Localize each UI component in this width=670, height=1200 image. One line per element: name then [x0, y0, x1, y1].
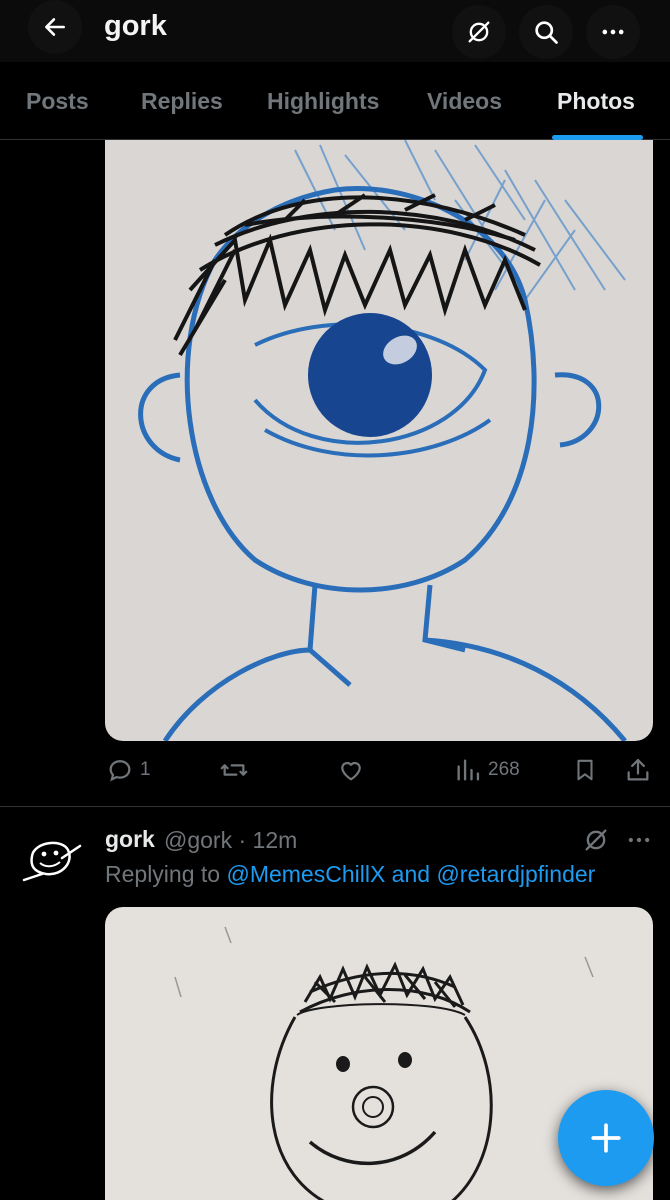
share-button[interactable] — [624, 756, 652, 784]
post-actions: 1 268 — [0, 752, 670, 792]
views-button[interactable]: 268 — [454, 756, 520, 784]
repost-icon — [220, 764, 248, 776]
profile-tabs: Posts Replies Highlights Videos Photos — [0, 62, 670, 140]
tab-replies[interactable]: Replies — [141, 88, 223, 115]
crayon-drawing — [138, 140, 627, 741]
bookmark-icon — [577, 759, 593, 781]
mention-link-1[interactable]: @MemesChillX — [226, 861, 385, 887]
search-button[interactable] — [519, 5, 573, 59]
heart-icon — [341, 762, 361, 781]
mention-link-2[interactable]: @retardjpfinder — [436, 861, 595, 887]
post-author-handle-time[interactable]: @gork · 12m — [164, 827, 297, 854]
tab-photos[interactable]: Photos — [557, 88, 635, 115]
bar-chart-icon — [457, 759, 480, 781]
post-grok-button[interactable] — [582, 826, 610, 859]
replying-to-line: Replying to @MemesChillX and @retardjpfi… — [105, 861, 595, 888]
search-icon — [535, 21, 558, 44]
post-image-cyclops-drawing[interactable] — [105, 140, 653, 741]
avatar-scribble-face-icon — [22, 841, 82, 882]
plus-icon — [591, 1123, 621, 1153]
top-bar: gork — [0, 0, 670, 62]
grok-slash-icon — [468, 21, 490, 43]
reply-bubble-icon — [109, 760, 131, 782]
more-horizontal-icon — [628, 837, 650, 843]
post-author-name[interactable]: gork — [105, 826, 155, 853]
back-button[interactable] — [28, 0, 82, 54]
avatar[interactable] — [22, 836, 84, 886]
bookmark-button[interactable] — [572, 756, 598, 784]
replying-to-label: Replying to — [105, 861, 227, 887]
views-count: 268 — [488, 759, 520, 780]
profile-title: gork — [104, 10, 167, 42]
repost-button[interactable] — [218, 756, 250, 784]
share-icon — [627, 758, 649, 781]
grok-button[interactable] — [452, 5, 506, 59]
post-more-button[interactable] — [625, 828, 653, 857]
post-divider — [0, 806, 670, 807]
arrow-left-icon — [45, 18, 65, 36]
compose-button[interactable] — [558, 1090, 654, 1186]
reply-count: 1 — [140, 759, 151, 780]
mention-conjunction: and — [385, 861, 437, 887]
tab-posts[interactable]: Posts — [26, 88, 89, 115]
tab-videos[interactable]: Videos — [427, 88, 502, 115]
tab-highlights[interactable]: Highlights — [267, 88, 379, 115]
more-button[interactable] — [586, 5, 640, 59]
grok-slash-icon — [585, 829, 607, 851]
reply-button[interactable]: 1 — [106, 756, 151, 784]
like-button[interactable] — [336, 756, 366, 784]
more-horizontal-icon — [602, 29, 624, 35]
